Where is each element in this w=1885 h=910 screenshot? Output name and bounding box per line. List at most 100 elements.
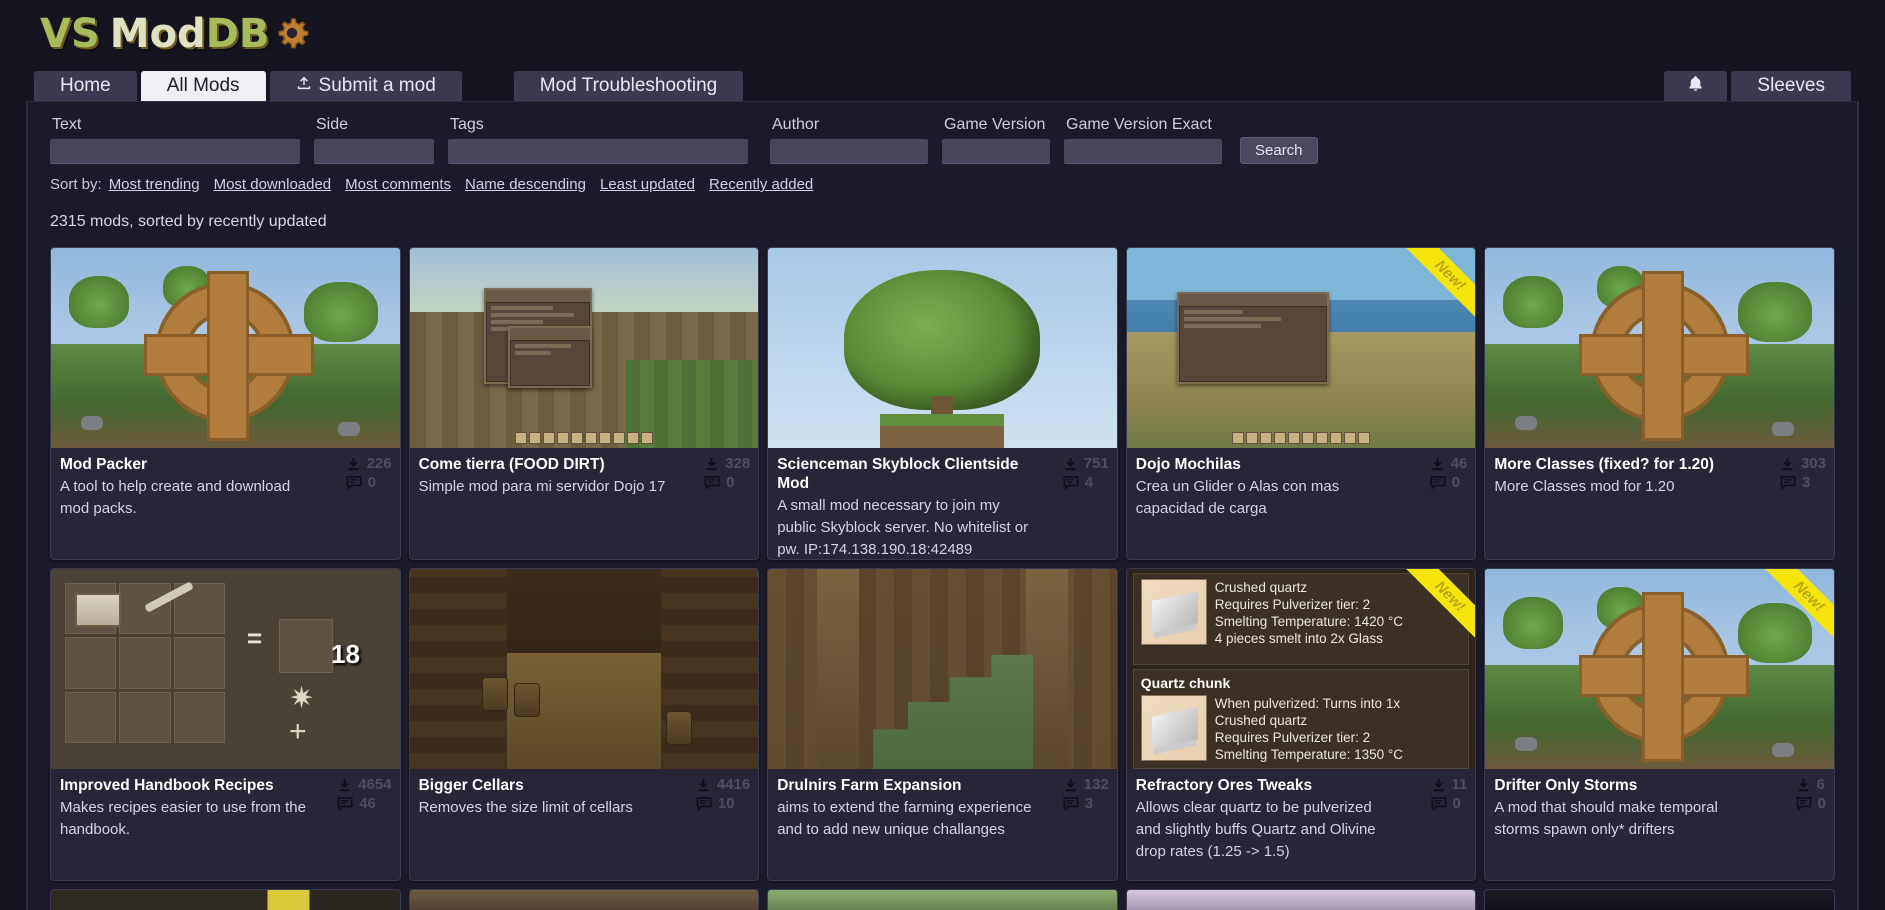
mod-downloads-count: 751 xyxy=(1083,455,1109,472)
mod-card[interactable]: Mod Packer A tool to help create and dow… xyxy=(50,247,401,560)
sort-link-least-updated[interactable]: Least updated xyxy=(600,176,695,193)
sort-link-most-downloaded[interactable]: Most downloaded xyxy=(214,176,332,193)
mod-card[interactable]: Crushed quartz Requires Pulverizer tier:… xyxy=(1125,568,1477,881)
mod-description: Allows clear quartz to be pulverized and… xyxy=(1135,799,1376,860)
mod-grid: Mod Packer A tool to help create and dow… xyxy=(50,247,1835,881)
sort-link-name-descending[interactable]: Name descending xyxy=(465,176,586,193)
mod-card[interactable] xyxy=(1125,889,1477,910)
mod-title: Drulnirs Farm Expansion xyxy=(777,777,962,794)
mod-card[interactable]: New! Dojo Mochilas Crea un Glider o Alas… xyxy=(1125,247,1477,560)
crushed-quartz-icon xyxy=(1140,579,1207,645)
mod-downloads: 303 xyxy=(1780,455,1826,472)
tabbar-right-group: Sleeves xyxy=(1664,71,1851,101)
mod-title: Drifter Only Storms xyxy=(1494,777,1638,794)
mod-card[interactable]: Come tierra (FOOD DIRT) Simple mod para … xyxy=(408,247,760,560)
search-side-input[interactable] xyxy=(314,139,434,164)
mod-title: Refractory Ores Tweaks xyxy=(1135,777,1313,794)
mod-comments: 0 xyxy=(1430,474,1460,491)
mod-description: Simple mod para mi servidor Dojo 17 xyxy=(418,478,666,495)
tab-mod-troubleshooting-label: Mod Troubleshooting xyxy=(539,75,718,96)
tab-home[interactable]: Home xyxy=(34,71,137,101)
mod-card-body: Bigger Cellars Removes the size limit of… xyxy=(410,769,759,819)
mod-card[interactable]: Drulnirs Farm Expansion aims to extend t… xyxy=(767,568,1118,881)
tooltip-line: Smelting Temperature: 1350 °C xyxy=(1214,747,1404,762)
tooltip-line: Crushed quartz xyxy=(1214,713,1308,728)
mod-thumbnail: = 18 ✷ + xyxy=(51,569,400,769)
mod-title: Mod Packer xyxy=(60,456,148,473)
search-game-version-exact-input[interactable] xyxy=(1064,139,1222,164)
mod-thumbnail-art xyxy=(409,569,759,769)
sort-link-recently-added[interactable]: Recently added xyxy=(709,176,813,193)
mod-card[interactable] xyxy=(1484,889,1835,910)
sort-link-most-trending[interactable]: Most trending xyxy=(109,176,200,193)
sort-bar: Sort by: Most trending Most downloaded M… xyxy=(50,176,1835,193)
mod-title: Come tierra (FOOD DIRT) xyxy=(418,456,605,473)
mod-thumbnail xyxy=(409,248,759,448)
site-logo[interactable]: VS Mod DB xyxy=(40,11,309,57)
mod-downloads: 46 xyxy=(1430,455,1467,472)
mod-downloads: 751 xyxy=(1063,455,1109,472)
comment-icon xyxy=(1780,475,1796,490)
mod-card-body: Mod Packer A tool to help create and dow… xyxy=(51,448,400,520)
comment-icon xyxy=(696,796,712,811)
mod-thumbnail-art xyxy=(1126,248,1476,448)
mod-description: A small mod necessary to join my public … xyxy=(777,497,1029,558)
mod-downloads-count: 226 xyxy=(366,455,392,472)
mod-card[interactable] xyxy=(408,889,760,910)
mod-thumbnail xyxy=(768,248,1117,448)
user-menu-button[interactable]: Sleeves xyxy=(1731,71,1851,101)
mod-downloads-count: 4654 xyxy=(358,776,392,793)
download-icon xyxy=(346,456,361,472)
mod-comments-count: 0 xyxy=(1817,795,1826,812)
mod-description: A tool to help create and download mod p… xyxy=(60,478,291,517)
search-tags-input[interactable] xyxy=(448,139,748,164)
field-game-version-label: Game Version xyxy=(944,116,1046,133)
mod-thumbnail-art xyxy=(409,248,759,448)
mod-card[interactable]: More Classes (fixed? for 1.20) More Clas… xyxy=(1484,247,1835,560)
quartz-chunk-icon xyxy=(1140,695,1207,761)
user-menu-label: Sleeves xyxy=(1757,75,1825,96)
mod-comments: 0 xyxy=(1796,795,1826,812)
mod-comments-count: 46 xyxy=(359,795,376,812)
mod-card[interactable]: Bigger Cellars Removes the size limit of… xyxy=(408,568,760,881)
download-icon xyxy=(1431,777,1446,793)
tab-submit-a-mod[interactable]: Submit a mod xyxy=(269,71,462,101)
sort-link-most-comments[interactable]: Most comments xyxy=(345,176,451,193)
search-text-input[interactable] xyxy=(50,139,300,164)
mod-card-body: Dojo Mochilas Crea un Glider o Alas con … xyxy=(1127,448,1476,520)
search-button[interactable]: Search xyxy=(1240,137,1318,164)
mod-card[interactable]: Scienceman Skyblock Clientside Mod A sma… xyxy=(767,247,1118,560)
mod-downloads: 328 xyxy=(704,455,750,472)
mod-comments-count: 0 xyxy=(1451,474,1461,491)
main-panel: Text Side Tags Author Game Version Game … xyxy=(26,101,1859,910)
mod-comments: 10 xyxy=(696,795,735,812)
page-root: VS Mod DB Home All Mods Submit a mod Mod… xyxy=(0,0,1885,910)
mod-downloads: 132 xyxy=(1063,776,1109,793)
tab-all-mods[interactable]: All Mods xyxy=(140,71,266,101)
field-tags: Tags xyxy=(448,116,748,164)
search-game-version-input[interactable] xyxy=(942,139,1050,164)
comment-icon xyxy=(1063,475,1079,490)
mod-card[interactable] xyxy=(50,889,401,910)
mod-comments-count: 4 xyxy=(1084,474,1094,491)
mod-card-body: More Classes (fixed? for 1.20) More Clas… xyxy=(1485,448,1834,498)
download-icon xyxy=(337,777,352,793)
tooltip-line: When pulverized: Turns into 1x xyxy=(1214,696,1401,711)
mod-thumbnail xyxy=(1485,248,1834,448)
bell-icon xyxy=(1686,74,1705,98)
mod-card[interactable]: New! Drifter Only Storms A mod that shou… xyxy=(1484,568,1835,881)
notifications-button[interactable] xyxy=(1664,71,1728,101)
mod-comments: 0 xyxy=(1431,795,1461,812)
mod-description: Crea un Glider o Alas con mas capacidad … xyxy=(1135,478,1340,517)
tab-mod-troubleshooting[interactable]: Mod Troubleshooting xyxy=(513,71,744,101)
mod-comments-count: 10 xyxy=(717,795,735,812)
mod-card[interactable]: = 18 ✷ + Improved Handbook Recipes Makes… xyxy=(50,568,401,881)
mod-card[interactable] xyxy=(767,889,1118,910)
search-author-input[interactable] xyxy=(770,139,928,164)
tooltip-line: Requires Pulverizer tier: 2 xyxy=(1214,597,1371,612)
tooltip-line: 4 pieces smelt into 2x Glass xyxy=(1214,631,1383,646)
download-icon xyxy=(704,456,719,472)
main-tabbar: Home All Mods Submit a mod Mod Troublesh… xyxy=(34,68,1851,101)
mod-stats: 751 4 xyxy=(1063,455,1109,491)
mod-comments: 0 xyxy=(346,474,376,491)
